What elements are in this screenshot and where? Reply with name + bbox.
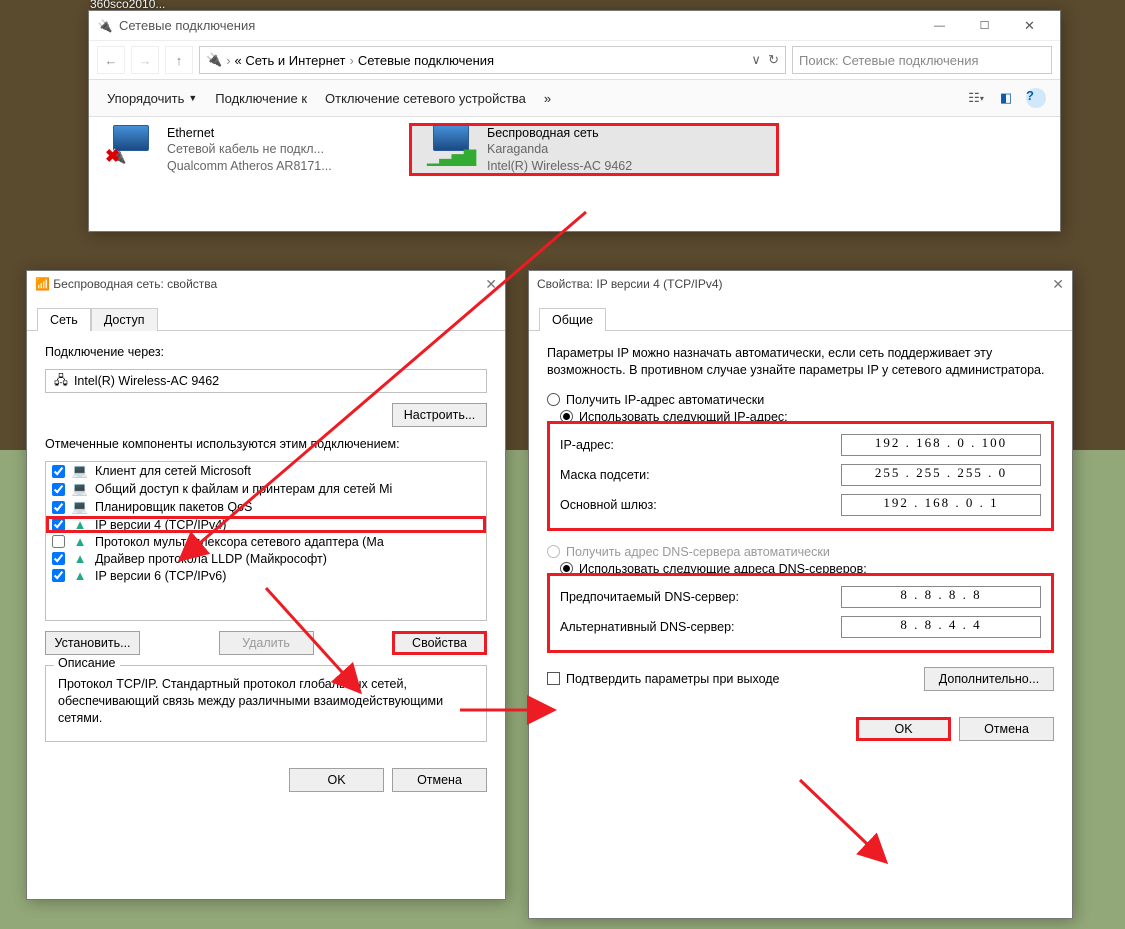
subnet-mask-input[interactable]: 255 . 255 . 255 . 0 [841,464,1041,486]
advanced-button[interactable]: Дополнительно... [924,667,1054,691]
adapter-icon: 📶 [35,277,50,291]
close-button[interactable]: ✕ [1052,276,1064,293]
address-bar: ← → ↑ 🔌 › « Сеть и Интернет › Сетевые по… [89,41,1060,79]
validate-checkbox[interactable]: Подтвердить параметры при выходе [547,672,780,686]
list-item: ▲Протокол мультиплексора сетевого адапте… [46,533,486,550]
components-label: Отмеченные компоненты используются этим … [45,437,487,451]
ipv4-properties-dialog: Свойства: IP версии 4 (TCP/IPv4) ✕ Общие… [528,270,1073,919]
titlebar: 🔌 Сетевые подключения [89,11,1060,41]
network-icon: 🔌 [206,52,222,68]
configure-button[interactable]: Настроить... [392,403,487,427]
preferred-dns-input[interactable]: 8 . 8 . 8 . 8 [841,586,1041,608]
preview-pane-icon[interactable]: ◧ [992,86,1020,110]
search-input[interactable]: Поиск: Сетевые подключения [792,46,1052,74]
dns2-label: Альтернативный DNS-сервер: [560,620,841,634]
adapter-field: 🖧Intel(R) Wireless-AC 9462 [45,369,487,393]
manual-dns-group: Использовать следующие адреса DNS-сервер… [547,573,1054,653]
radio-manual-ip[interactable]: Использовать следующий IP-адрес: [556,410,792,424]
network-connections-window: 🔌 Сетевые подключения ← → ↑ 🔌 › « Сеть и… [88,10,1061,232]
ok-button[interactable]: OK [856,717,951,741]
maximize-button[interactable] [962,11,1007,41]
connect-to-button[interactable]: Подключение к [207,87,315,110]
window-title: Сетевые подключения [119,18,917,33]
ethernet-icon: 🔌✖ [109,125,157,165]
list-item: 💻Клиент для сетей Microsoft [46,462,486,480]
description-group: Описание Протокол TCP/IP. Стандартный пр… [45,665,487,742]
close-button[interactable] [1007,11,1052,41]
dialog-titlebar: Свойства: IP версии 4 (TCP/IPv4) ✕ [529,271,1072,297]
intro-text: Параметры IP можно назначать автоматичес… [547,345,1054,379]
radio-auto-dns: Получить адрес DNS-сервера автоматически [547,545,1054,559]
radio-manual-dns[interactable]: Использовать следующие адреса DNS-сервер… [556,562,871,576]
tab-access[interactable]: Доступ [91,308,158,331]
dns1-label: Предпочитаемый DNS-сервер: [560,590,841,604]
nav-forward-button[interactable]: → [131,46,159,74]
mask-label: Маска подсети: [560,468,841,482]
toolbar: Упорядочить▼ Подключение к Отключение се… [89,79,1060,117]
ok-button[interactable]: OK [289,768,384,792]
adapter-wireless[interactable]: ▁▃▅▇ Беспроводная сеть Karaganda Intel(R… [409,123,779,176]
breadcrumb[interactable]: 🔌 › « Сеть и Интернет › Сетевые подключе… [199,46,786,74]
install-button[interactable]: Установить... [45,631,140,655]
list-item-ipv4[interactable]: ▲IP версии 4 (TCP/IPv4) [46,516,486,533]
wireless-properties-dialog: 📶 Беспроводная сеть: свойства ✕ Сеть Дос… [26,270,506,900]
nav-up-button[interactable]: ↑ [165,46,193,74]
disable-device-button[interactable]: Отключение сетевого устройства [317,87,534,110]
close-button[interactable]: ✕ [485,276,497,293]
network-icon: 🔌 [97,18,113,34]
ip-label: IP-адрес: [560,438,841,452]
components-listbox[interactable]: 💻Клиент для сетей Microsoft 💻Общий досту… [45,461,487,621]
wireless-icon: ▁▃▅▇ [429,125,477,165]
manual-ip-group: Использовать следующий IP-адрес: IP-адре… [547,421,1054,531]
list-item: ▲Драйвер протокола LLDP (Майкрософт) [46,550,486,567]
list-item: 💻Планировщик пакетов QoS [46,498,486,516]
alternate-dns-input[interactable]: 8 . 8 . 4 . 4 [841,616,1041,638]
nav-back-button[interactable]: ← [97,46,125,74]
dialog-titlebar: 📶 Беспроводная сеть: свойства ✕ [27,271,505,297]
cancel-button[interactable]: Отмена [392,768,487,792]
dialog-title: Беспроводная сеть: свойства [53,277,217,291]
remove-button: Удалить [219,631,314,655]
view-details-icon[interactable]: ☷▾ [962,86,990,110]
gateway-input[interactable]: 192 . 168 . 0 . 1 [841,494,1041,516]
dialog-title: Свойства: IP версии 4 (TCP/IPv4) [537,277,723,291]
tab-network[interactable]: Сеть [37,308,91,331]
minimize-button[interactable] [917,11,962,41]
cancel-button[interactable]: Отмена [959,717,1054,741]
organize-menu[interactable]: Упорядочить▼ [99,87,205,110]
tab-general[interactable]: Общие [539,308,606,331]
gateway-label: Основной шлюз: [560,498,841,512]
list-item: ▲IP версии 6 (TCP/IPv6) [46,567,486,584]
help-icon[interactable]: ? [1022,86,1050,110]
more-button[interactable]: » [536,87,559,110]
properties-button[interactable]: Свойства [392,631,487,655]
list-item: 💻Общий доступ к файлам и принтерам для с… [46,480,486,498]
adapter-ethernet[interactable]: 🔌✖ Ethernet Сетевой кабель не подкл... Q… [89,123,409,176]
connect-via-label: Подключение через: [45,345,487,359]
radio-auto-ip[interactable]: Получить IP-адрес автоматически [547,393,1054,407]
ip-address-input[interactable]: 192 . 168 . 0 . 100 [841,434,1041,456]
